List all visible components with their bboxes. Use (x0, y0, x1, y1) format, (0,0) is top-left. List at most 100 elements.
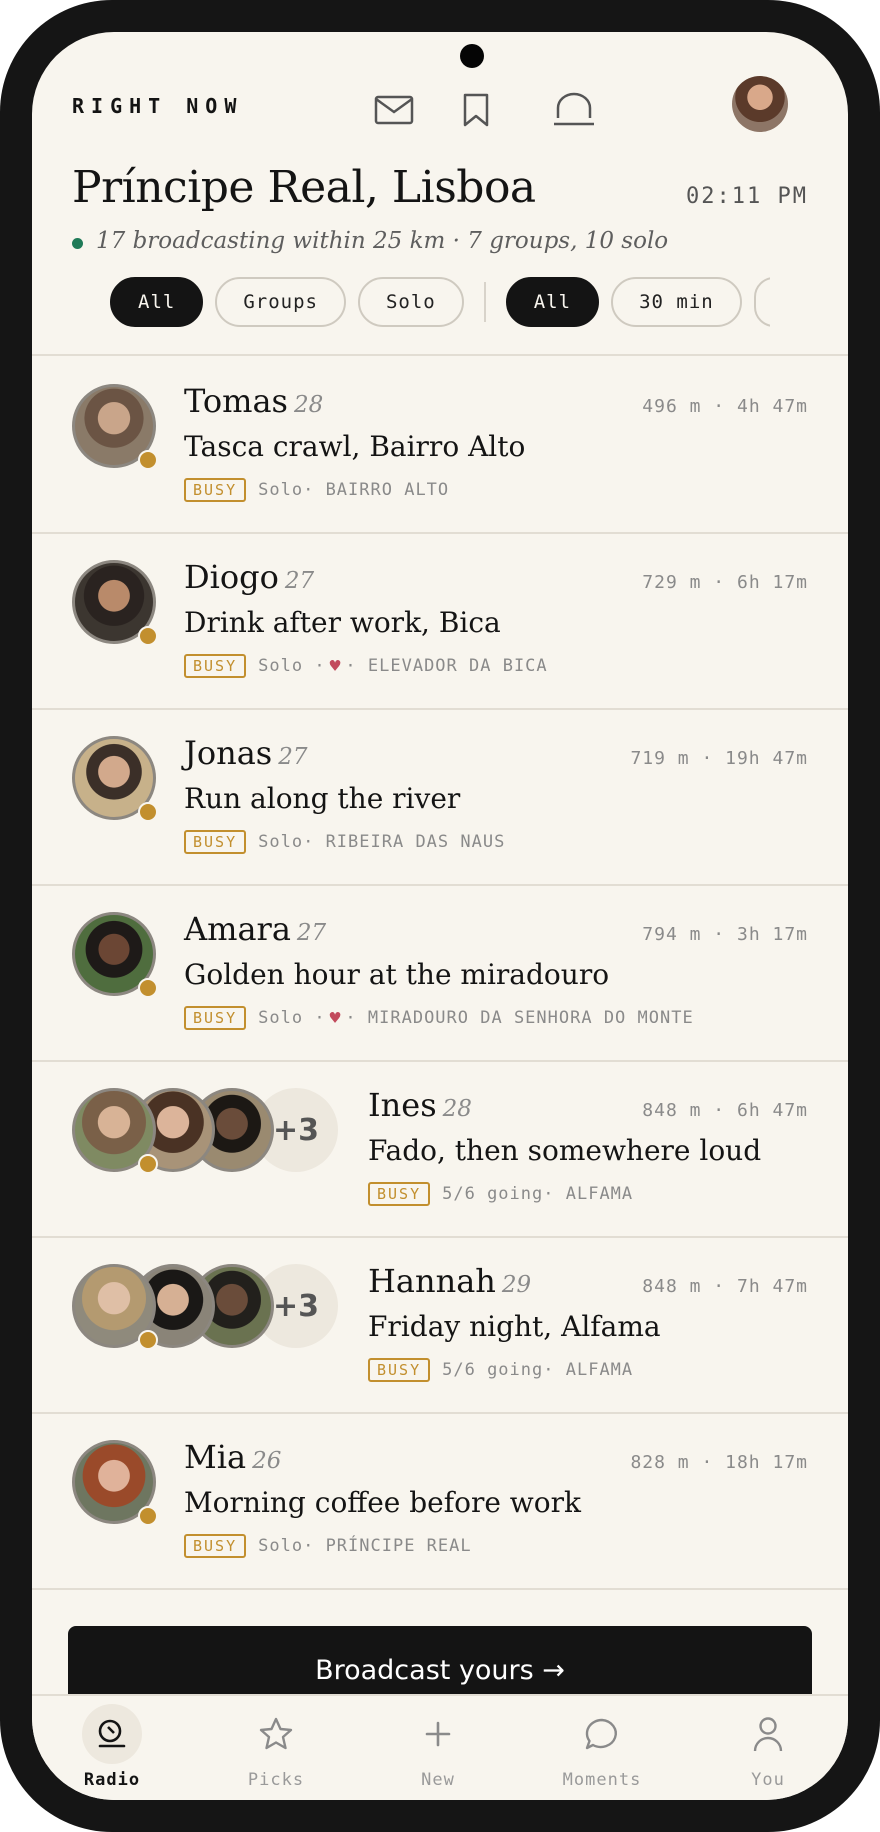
activity-title: Drink after work, Bica (184, 606, 501, 639)
status-dot (138, 626, 158, 646)
status-dot (138, 1154, 158, 1174)
tag-row: BUSY 5/6 going · ALFAMA (368, 1182, 633, 1206)
place-label: MIRADOURO DA SENHORA DO MONTE (367, 1008, 694, 1028)
front-camera (460, 44, 484, 68)
place-label: ALFAMA (565, 1184, 634, 1204)
user-name: Tomas 28 (184, 382, 324, 420)
mode-label: Solo (258, 656, 304, 676)
mode-label: Solo (258, 480, 304, 500)
busy-badge: BUSY (184, 478, 247, 502)
heart-icon: ♥ (329, 655, 342, 677)
tag-row: BUSY Solo · PRÍNCIPE REAL (184, 1534, 472, 1558)
mode-label: Solo (258, 1008, 304, 1028)
activity-title: Run along the river (184, 782, 461, 815)
tag-row: BUSY Solo · BAIRRO ALTO (184, 478, 449, 502)
status-dot (138, 1330, 158, 1350)
busy-badge: BUSY (184, 1006, 247, 1030)
filter-time-all[interactable]: All (505, 277, 600, 327)
activity-title: Fado, then somewhere loud (368, 1134, 762, 1167)
section-label: RIGHT NOW (72, 94, 244, 118)
place-label: BAIRRO ALTO (325, 480, 450, 500)
user-name: Amara 27 (184, 910, 327, 948)
star-icon (246, 1704, 306, 1764)
tag-row: BUSY Solo · RIBEIRA DAS NAUS (184, 830, 505, 854)
place-label: ELEVADOR DA BICA (367, 656, 548, 676)
location-title: Príncipe Real, Lisboa (72, 162, 536, 213)
tab-label: Picks (247, 1770, 305, 1790)
user-name: Diogo 27 (184, 558, 315, 596)
user-name: Jonas 27 (184, 734, 308, 772)
feed-card-mia[interactable]: Mia 26 828 m · 18h 17m Morning coffee bef… (32, 1412, 848, 1590)
inbox-button[interactable] (364, 80, 424, 140)
mail-icon (374, 95, 414, 125)
bell-icon (554, 92, 594, 126)
mode-label: Solo (258, 1536, 304, 1556)
activity-title: Morning coffee before work (184, 1486, 581, 1519)
tag-row: BUSY 5/6 going · ALFAMA (368, 1358, 633, 1382)
place-label: ALFAMA (565, 1360, 634, 1380)
plus-icon (408, 1704, 468, 1764)
heart-icon: ♥ (329, 1007, 342, 1029)
tab-label: You (751, 1770, 785, 1790)
place-label: PRÍNCIPE REAL (325, 1536, 472, 1556)
feed-card-diogo[interactable]: Diogo 27 729 m · 6h 17m Drink after work,… (32, 532, 848, 710)
live-indicator (72, 238, 83, 249)
broadcast-feed[interactable]: Tomas 28 496 m · 4h 47m Tasca crawl, Bair… (32, 354, 848, 1602)
cta-area: Broadcast yours → (32, 1600, 848, 1714)
user-name: Hannah 29 (368, 1262, 532, 1300)
status-dot (138, 802, 158, 822)
status-dot (138, 450, 158, 470)
distance-time: 848 m · 7h 47m (642, 1276, 808, 1297)
busy-badge: BUSY (184, 830, 247, 854)
app-screen: RIGHT NOW Príncipe Real, Lisboa 02:11 PM… (32, 32, 848, 1800)
person-icon (738, 1704, 798, 1764)
status-dot (138, 978, 158, 998)
radio-icon (82, 1704, 142, 1764)
bottom-tab-bar: Radio Picks New Moments You (32, 1694, 848, 1800)
mode-label: Solo (258, 832, 304, 852)
busy-badge: BUSY (184, 654, 247, 678)
saved-button[interactable] (446, 80, 506, 140)
activity-title: Friday night, Alfama (368, 1310, 661, 1343)
distance-time: 848 m · 6h 47m (642, 1100, 808, 1121)
mode-label: 5/6 going (442, 1360, 544, 1380)
mode-label: 5/6 going (442, 1184, 544, 1204)
clock: 02:11 PM (686, 184, 808, 209)
feed-card-amara[interactable]: Amara 27 794 m · 3h 17m Golden hour at th… (32, 884, 848, 1062)
filter-type-all[interactable]: All (110, 277, 204, 327)
filter-type-groups[interactable]: Groups (215, 277, 346, 327)
tab-radio[interactable]: Radio (52, 1702, 172, 1798)
busy-badge: BUSY (368, 1358, 431, 1382)
tab-moments[interactable]: Moments (542, 1702, 662, 1798)
tab-label: Moments (562, 1770, 642, 1790)
profile-avatar[interactable] (732, 76, 788, 132)
filter-divider (483, 282, 486, 322)
feed-card-tomas[interactable]: Tomas 28 496 m · 4h 47m Tasca crawl, Bair… (32, 356, 848, 534)
distance-time: 496 m · 4h 47m (642, 396, 808, 417)
broadcast-summary: 17 broadcasting within 25 km · 7 groups,… (96, 228, 669, 254)
user-name: Mia 26 (184, 1438, 282, 1476)
distance-time: 719 m · 19h 47m (630, 748, 808, 769)
busy-badge: BUSY (184, 1534, 247, 1558)
tab-new[interactable]: New (378, 1702, 498, 1798)
distance-time: 828 m · 18h 17m (630, 1452, 808, 1473)
distance-time: 729 m · 6h 17m (642, 572, 808, 593)
bookmark-icon (463, 93, 489, 127)
notifications-button[interactable] (544, 80, 604, 140)
feed-card-hannah[interactable]: +3 Hannah 29 848 m · 7h 47m Friday night,… (32, 1236, 848, 1414)
filter-type-solo[interactable]: Solo (357, 277, 464, 327)
tab-you[interactable]: You (708, 1702, 828, 1798)
feed-card-ines[interactable]: +3 Ines 28 848 m · 6h 47m Fado, then some… (32, 1060, 848, 1238)
activity-title: Golden hour at the miradouro (184, 958, 610, 991)
tag-row: BUSY Solo · ♥ · ELEVADOR DA BICA (184, 654, 548, 678)
user-name: Ines 28 (368, 1086, 472, 1124)
distance-time: 794 m · 3h 17m (642, 924, 808, 945)
activity-title: Tasca crawl, Bairro Alto (184, 430, 526, 463)
tab-label: New (421, 1770, 455, 1790)
tab-picks[interactable]: Picks (216, 1702, 336, 1798)
filter-time-30min[interactable]: 30 min (611, 277, 742, 327)
filter-chip-more[interactable] (753, 277, 770, 327)
chat-bubble-icon (572, 1704, 632, 1764)
feed-card-jonas[interactable]: Jonas 27 719 m · 19h 47m Run along the ri… (32, 708, 848, 886)
tag-row: BUSY Solo · ♥ · MIRADOURO DA SENHORA DO M… (184, 1006, 694, 1030)
